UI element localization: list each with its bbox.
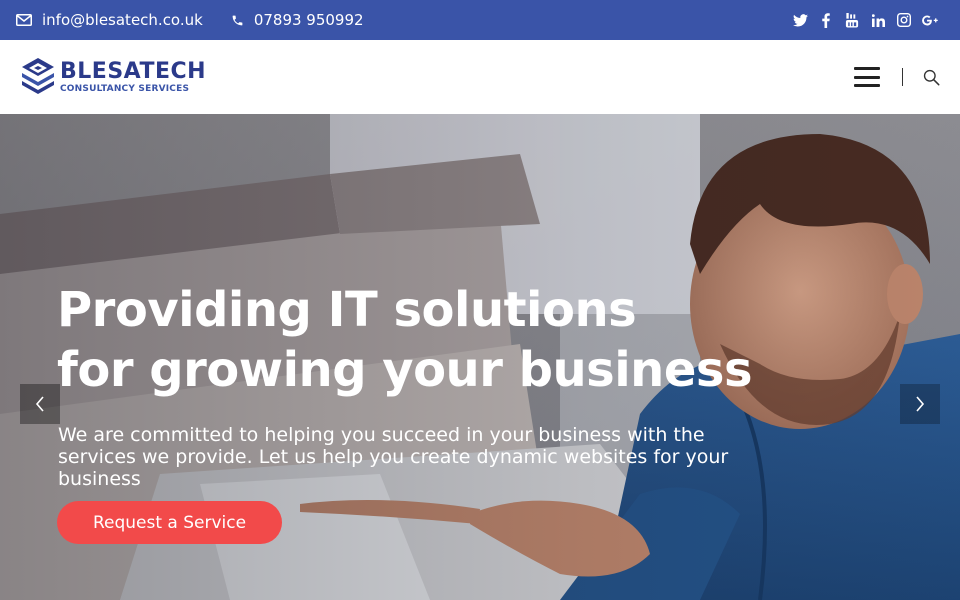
hero-title-line-2: for growing your business xyxy=(57,342,753,398)
hero-title-line-1: Providing IT solutions xyxy=(57,282,637,338)
header-actions xyxy=(854,67,940,87)
slider-next-button[interactable] xyxy=(900,384,940,424)
chevron-left-icon xyxy=(35,396,44,412)
slider-prev-button[interactable] xyxy=(20,384,60,424)
header-divider xyxy=(902,68,903,86)
google-plus-icon[interactable] xyxy=(922,12,938,28)
hero-subtitle: We are committed to helping you succeed … xyxy=(58,424,729,490)
hero-slider: Providing IT solutions for growing your … xyxy=(0,114,960,600)
facebook-icon[interactable] xyxy=(818,12,834,28)
chevron-right-icon xyxy=(916,396,925,412)
logo-name: BLESATECH xyxy=(60,59,207,84)
site-header: BLESATECH CONSULTANCY SERVICES xyxy=(0,40,960,114)
youtube-icon[interactable] xyxy=(844,12,860,28)
search-icon[interactable] xyxy=(923,69,940,86)
phone-icon xyxy=(232,15,243,25)
logo-text: BLESATECH CONSULTANCY SERVICES xyxy=(60,59,207,95)
hero-title: Providing IT solutions for growing your … xyxy=(57,280,817,400)
logo-tagline: CONSULTANCY SERVICES xyxy=(60,84,190,94)
email-text: info@blesatech.co.uk xyxy=(42,11,203,29)
logo-mark-icon xyxy=(22,58,54,94)
twitter-icon[interactable] xyxy=(792,12,808,28)
phone-text: 07893 950992 xyxy=(253,11,364,29)
phone-link[interactable]: 07893 950992 xyxy=(231,11,364,29)
linkedin-icon[interactable] xyxy=(870,12,886,28)
email-link[interactable]: info@blesatech.co.uk xyxy=(16,11,203,29)
top-contact-bar: info@blesatech.co.uk 07893 950992 xyxy=(0,0,960,40)
site-logo[interactable]: BLESATECH CONSULTANCY SERVICES xyxy=(20,56,206,98)
contact-info: info@blesatech.co.uk 07893 950992 xyxy=(16,11,364,29)
envelope-icon xyxy=(16,14,32,26)
request-service-button[interactable]: Request a Service xyxy=(57,501,282,544)
hamburger-menu-icon[interactable] xyxy=(854,67,880,87)
instagram-icon[interactable] xyxy=(896,12,912,28)
social-links xyxy=(792,12,944,28)
